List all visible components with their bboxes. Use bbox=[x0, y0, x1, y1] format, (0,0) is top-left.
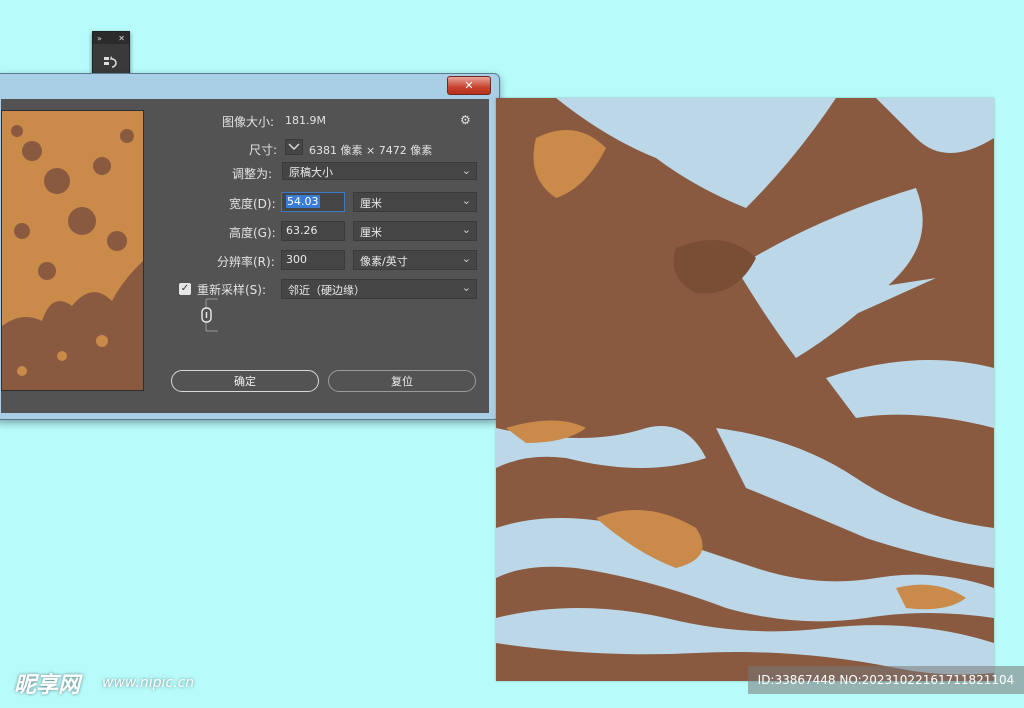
width-value: 54.03 bbox=[286, 195, 320, 208]
height-input[interactable]: 63.26 bbox=[281, 221, 345, 241]
image-size-label: 图像大小: bbox=[222, 115, 275, 129]
fit-to-select[interactable]: 原稿大小 ⌄ bbox=[282, 162, 477, 180]
expand-icon[interactable]: » bbox=[97, 34, 102, 43]
mini-panel-header: » ✕ bbox=[93, 32, 129, 44]
watermark-url: www.nipic.cn bbox=[102, 675, 195, 691]
ok-button[interactable]: 确定 bbox=[171, 370, 319, 392]
gear-icon[interactable]: ⚙ bbox=[460, 113, 471, 127]
image-size-value: 181.9M bbox=[285, 114, 326, 127]
width-unit-select[interactable]: 厘米 ⌄ bbox=[353, 192, 477, 212]
resample-label: 重新采样(S): bbox=[197, 283, 267, 297]
chevron-down-icon: ⌄ bbox=[461, 223, 471, 236]
watermark-id: ID:33867448 NO:20231022161711821104 bbox=[748, 666, 1024, 694]
chevron-down-icon: ⌄ bbox=[461, 194, 471, 207]
document-canvas[interactable] bbox=[496, 98, 994, 681]
height-value: 63.26 bbox=[286, 224, 318, 237]
image-preview[interactable] bbox=[1, 110, 144, 391]
chevron-down-icon: ⌄ bbox=[461, 164, 471, 177]
width-unit-value: 厘米 bbox=[360, 197, 382, 210]
dialog-title-bar bbox=[0, 74, 499, 99]
resample-select[interactable]: 邻近（硬边缘） ⌄ bbox=[281, 279, 477, 299]
fit-to-value: 原稿大小 bbox=[289, 166, 333, 179]
dialog-body: 图像大小: 181.9M ⚙ 尺寸: 6381 像素 × 7472 像素 调整为… bbox=[1, 99, 489, 413]
constrain-link[interactable] bbox=[201, 298, 220, 332]
close-button[interactable]: ✕ bbox=[447, 76, 491, 95]
resolution-input[interactable]: 300 bbox=[281, 250, 345, 270]
resample-checkbox[interactable]: ✓ bbox=[179, 283, 191, 295]
fit-to-label: 调整为: bbox=[232, 167, 273, 181]
dimensions-label: 尺寸: bbox=[249, 143, 278, 157]
height-label: 高度(G): bbox=[229, 226, 276, 240]
close-icon[interactable]: ✕ bbox=[118, 34, 125, 43]
resolution-unit-select[interactable]: 像素/英寸 ⌄ bbox=[353, 250, 477, 270]
chevron-down-icon bbox=[288, 143, 300, 150]
resolution-label: 分辨率(R): bbox=[217, 255, 275, 269]
chevron-down-icon: ⌄ bbox=[461, 281, 471, 294]
resolution-unit-value: 像素/英寸 bbox=[360, 255, 408, 268]
chevron-down-icon: ⌄ bbox=[461, 252, 471, 265]
dimensions-value: 6381 像素 × 7472 像素 bbox=[309, 144, 433, 157]
reset-button[interactable]: 复位 bbox=[328, 370, 476, 392]
resolution-value: 300 bbox=[286, 253, 307, 266]
width-label: 宽度(D): bbox=[229, 197, 276, 211]
dimensions-toggle[interactable] bbox=[285, 139, 303, 155]
height-unit-select[interactable]: 厘米 ⌄ bbox=[353, 221, 477, 241]
height-unit-value: 厘米 bbox=[360, 226, 382, 239]
resample-value: 邻近（硬边缘） bbox=[288, 284, 365, 297]
width-input[interactable]: 54.03 bbox=[281, 192, 345, 212]
watermark-logo: 昵享网 bbox=[14, 673, 81, 698]
image-size-dialog: ✕ 图像大小: 181.9M ⚙ 尺寸: 6381 像素 × 7472 像素 调… bbox=[0, 73, 500, 420]
